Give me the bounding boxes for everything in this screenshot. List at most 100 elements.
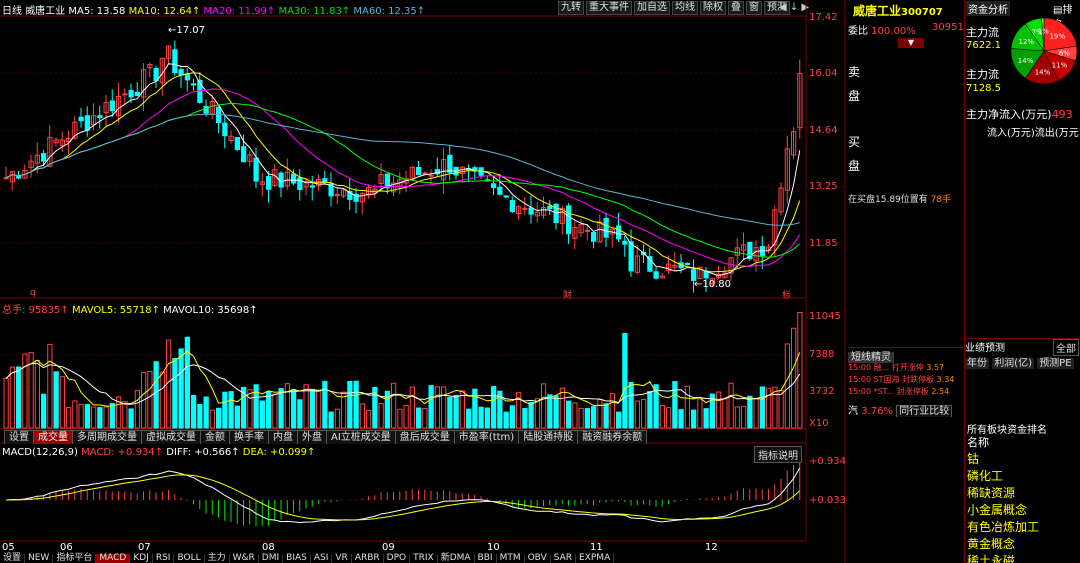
subtab-12[interactable]: 融资融券余额 xyxy=(577,430,648,444)
indicator-tab-19[interactable]: OBV xyxy=(525,554,551,563)
volume-bar xyxy=(34,359,40,429)
indicator-tab-16[interactable]: 新DMA xyxy=(438,554,475,563)
indicator-tab-5[interactable]: RSI xyxy=(153,554,175,563)
candle-body xyxy=(253,157,259,182)
indicator-tab-20[interactable]: SAR xyxy=(551,554,577,563)
subtab-0[interactable]: 设置 xyxy=(4,430,34,444)
sector-item[interactable]: 有色冶炼加工 xyxy=(967,518,1039,535)
candle-body xyxy=(16,176,22,179)
shortline-item[interactable]: 15:00 融... 打开涨停 3.57 xyxy=(848,362,944,373)
perf-header: 年份 利润(亿) 预测PE xyxy=(965,358,1074,369)
sector-item[interactable]: 磷化工 xyxy=(967,467,1003,484)
indicator-tab-14[interactable]: DPO xyxy=(384,554,411,563)
volume-bar xyxy=(159,371,165,429)
volume-bar xyxy=(459,390,465,429)
shortline-item[interactable]: 15:00 *ST... 封涨停板 2.54 xyxy=(848,386,949,397)
collapse-icon[interactable]: ▼ xyxy=(898,38,924,48)
subtab-1[interactable]: 成交量 xyxy=(33,430,73,444)
volume-bar xyxy=(747,395,753,429)
volume-bars xyxy=(3,311,803,429)
volume-bar xyxy=(234,405,240,429)
volume-bar xyxy=(528,401,534,429)
sector-item[interactable]: 黄金概念 xyxy=(967,535,1015,552)
volume-bar xyxy=(353,380,359,429)
indicator-tab-21[interactable]: EXPMA xyxy=(576,554,615,563)
volume-bar xyxy=(366,409,372,429)
indicator-tab-18[interactable]: MTM xyxy=(497,554,525,563)
indicator-tab-2[interactable]: 指标平台 xyxy=(53,554,97,563)
vol-axis-4: X10 xyxy=(809,418,829,429)
indicator-tab-0[interactable]: 设置 xyxy=(0,554,26,563)
volume-bar xyxy=(309,388,315,429)
perf-tab[interactable]: 业绩预测 xyxy=(965,343,1005,354)
volume-bar xyxy=(78,403,84,429)
sector-item[interactable]: 小金属概念 xyxy=(967,501,1027,518)
volume-bar xyxy=(84,404,90,429)
candle-body xyxy=(222,122,228,137)
subtab-3[interactable]: 虚拟成交量 xyxy=(141,430,201,444)
volume-bar xyxy=(341,391,347,429)
indicator-tab-7[interactable]: 主力 xyxy=(205,554,230,563)
volume-bar xyxy=(178,348,184,429)
candle-body xyxy=(584,229,590,232)
subtab-5[interactable]: 换手率 xyxy=(229,430,269,444)
subtab-4[interactable]: 金额 xyxy=(200,430,230,444)
indicator-tab-15[interactable]: TRIX xyxy=(410,554,438,563)
candle-body xyxy=(647,256,653,272)
perf-tabbar: 业绩预测 全部 xyxy=(965,338,1080,356)
candle-body xyxy=(509,200,515,212)
indicator-tab-13[interactable]: ARBR xyxy=(352,554,384,563)
ma30-line xyxy=(5,102,801,258)
volume-bar xyxy=(603,403,609,429)
sector-item[interactable]: 稀土永磁 xyxy=(967,552,1015,563)
volume-bar xyxy=(284,383,290,429)
quote-title: 威唐工业300707 xyxy=(853,4,943,18)
indicator-tab-1[interactable]: NEW xyxy=(25,554,54,563)
shortline-item[interactable]: 15:00 ST国海 封跌停板 3.34 xyxy=(848,374,954,385)
indicator-tab-4[interactable]: KDJ xyxy=(130,554,153,563)
subtab-10[interactable]: 市盈率(ttm) xyxy=(453,430,520,444)
sector-item[interactable]: 钴 xyxy=(967,450,979,467)
volume-bar xyxy=(778,389,784,429)
sector-item[interactable]: 稀缺资源 xyxy=(967,484,1015,501)
macd-legend: MACD(12,26,9) MACD: +0.934↑ DIFF: +0.566… xyxy=(2,447,315,458)
volume-bar xyxy=(3,377,9,429)
indicator-tab-17[interactable]: BBI xyxy=(475,554,497,563)
peer-compare-button[interactable]: 同行业比较 xyxy=(896,405,953,417)
indicator-tab-3[interactable]: MACD xyxy=(96,554,131,563)
volume-bar xyxy=(266,391,272,429)
subtab-11[interactable]: 陆股通持股 xyxy=(518,430,579,444)
indicator-tab-11[interactable]: ASI xyxy=(311,554,333,563)
price-axis-2: 16.04 xyxy=(809,68,838,79)
volume-bar xyxy=(672,381,678,429)
volume-bar xyxy=(41,393,47,429)
subtab-7[interactable]: 外盘 xyxy=(297,430,327,444)
volume-bar xyxy=(222,391,228,429)
macd-bars xyxy=(11,454,801,527)
indicator-tab-10[interactable]: BIAS xyxy=(283,554,311,563)
indicator-tab-6[interactable]: BOLL xyxy=(174,554,205,563)
candle-body xyxy=(297,177,303,190)
volume-bar xyxy=(741,405,747,429)
subtab-6[interactable]: 内盘 xyxy=(268,430,298,444)
candle-body xyxy=(191,83,197,86)
indicator-tab-8[interactable]: W&R xyxy=(230,554,259,563)
volume-bar xyxy=(53,371,59,429)
volume-bar xyxy=(191,395,197,429)
chart-area[interactable]: 日线 威唐工业 MA5: 13.58 MA10: 12.64↑ MA20: 11… xyxy=(0,0,848,563)
volume-bar xyxy=(797,311,803,429)
indicator-help-button[interactable]: 指标说明 xyxy=(754,446,802,463)
indicator-tab-12[interactable]: VR xyxy=(332,554,352,563)
indicator-tab-9[interactable]: DMI xyxy=(259,554,284,563)
volume-bar xyxy=(572,402,578,429)
sector-rank-header: 名称 xyxy=(967,436,989,449)
volume-bar xyxy=(559,387,565,429)
volume-bar xyxy=(434,386,440,429)
subtab-9[interactable]: 盘后成交量 xyxy=(394,430,455,444)
subtab-8[interactable]: AI立桩成交量 xyxy=(326,430,396,444)
fund-analysis-tab[interactable]: 资金分析 xyxy=(966,1,1010,16)
vol-axis-2: 7388 xyxy=(809,349,835,360)
volume-bar xyxy=(16,366,22,429)
subtab-2[interactable]: 多周期成交量 xyxy=(72,430,142,444)
candle-body xyxy=(241,146,247,163)
